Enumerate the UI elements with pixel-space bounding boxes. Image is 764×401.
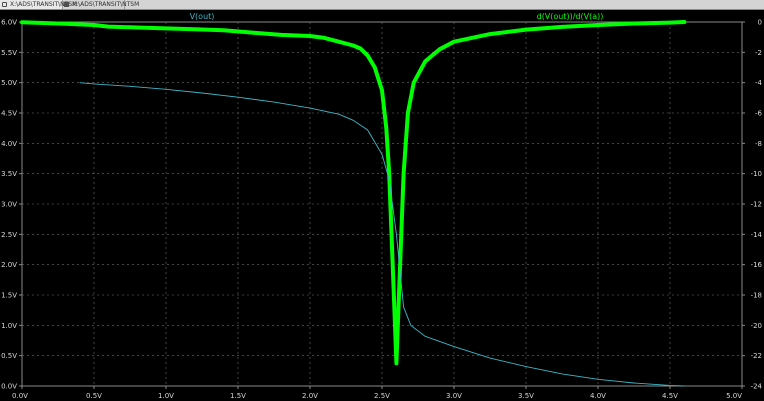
x-tick-label: 3.5V	[518, 392, 534, 400]
y-right-tick-label: -22	[751, 352, 762, 360]
tab-plot-1[interactable]: X:\ADS\TRANSIT\NTSM	[0, 0, 77, 9]
x-tick-label: 4.5V	[662, 392, 678, 400]
y-left-tick-label: 2.0V	[1, 261, 17, 269]
y-left-tick-label: 3.5V	[1, 170, 17, 178]
x-tick-label: 0.0V	[12, 392, 28, 400]
y-right-tick-label: -24	[751, 383, 763, 391]
y-left-tick-label: 5.0V	[1, 79, 17, 87]
y-left-tick-label: 2.5V	[1, 231, 17, 239]
y-left-tick-label: 6.0V	[1, 19, 17, 27]
tab-plot-2[interactable]: X:\ADS\TRANSIT\NTSM	[62, 0, 139, 9]
y-right-tick-label: -20	[751, 322, 762, 330]
waveform-plot[interactable]: 0.0V 0.5V 1.0V 1.5V 2.0V 2.5V 3.0V 3.5V 4.0V 4.5V…	[0, 10, 764, 401]
y-right-tick-label: -8	[755, 140, 762, 148]
y-right-tick-label: -10	[751, 170, 762, 178]
y-right-tick-label: -16	[751, 261, 763, 269]
x-tick-label: 1.0V	[158, 392, 174, 400]
y-left-tick-label: 0.5V	[1, 352, 17, 360]
x-tick-label: 3.0V	[446, 392, 462, 400]
x-tick-label: 0.5V	[86, 392, 102, 400]
y-right-tick-label: 0	[758, 19, 762, 27]
y-right-tick-label: -6	[755, 110, 763, 118]
waveform-tab-bar: X:\ADS\TRANSIT\NTSM X:\ADS\TRANSIT\NTSM	[0, 0, 764, 10]
x-tick-label: 2.0V	[302, 392, 318, 400]
x-tick-label: 1.5V	[230, 392, 246, 400]
y-right-tick-label: -18	[751, 292, 762, 300]
trace-label-vout[interactable]: V(out)	[190, 12, 215, 21]
y-left-tick-label: 1.0V	[1, 322, 17, 330]
x-tick-label: 4.0V	[590, 392, 606, 400]
y-right-tick-label: -12	[751, 201, 762, 209]
waveform-icon	[64, 2, 69, 7]
schematic-icon	[2, 2, 7, 7]
y-left-tick-label: 4.0V	[1, 140, 17, 148]
y-right-tick-label: -14	[751, 231, 763, 239]
y-left-tick-label: 1.5V	[1, 292, 17, 300]
y-left-tick-label: 5.5V	[1, 49, 17, 57]
trace-label-derivative[interactable]: d(V(out))/d(V(a))	[537, 12, 604, 21]
x-tick-label: 2.5V	[374, 392, 390, 400]
y-right-tick-label: -4	[755, 79, 763, 87]
y-left-tick-label: 4.5V	[1, 110, 17, 118]
y-right-tick-label: -2	[755, 49, 762, 57]
x-tick-label: 5.0V	[726, 392, 742, 400]
y-left-tick-label: 0.0V	[1, 383, 17, 391]
tab-label: X:\ADS\TRANSIT\NTSM	[72, 1, 140, 8]
y-left-tick-label: 3.0V	[1, 201, 17, 209]
